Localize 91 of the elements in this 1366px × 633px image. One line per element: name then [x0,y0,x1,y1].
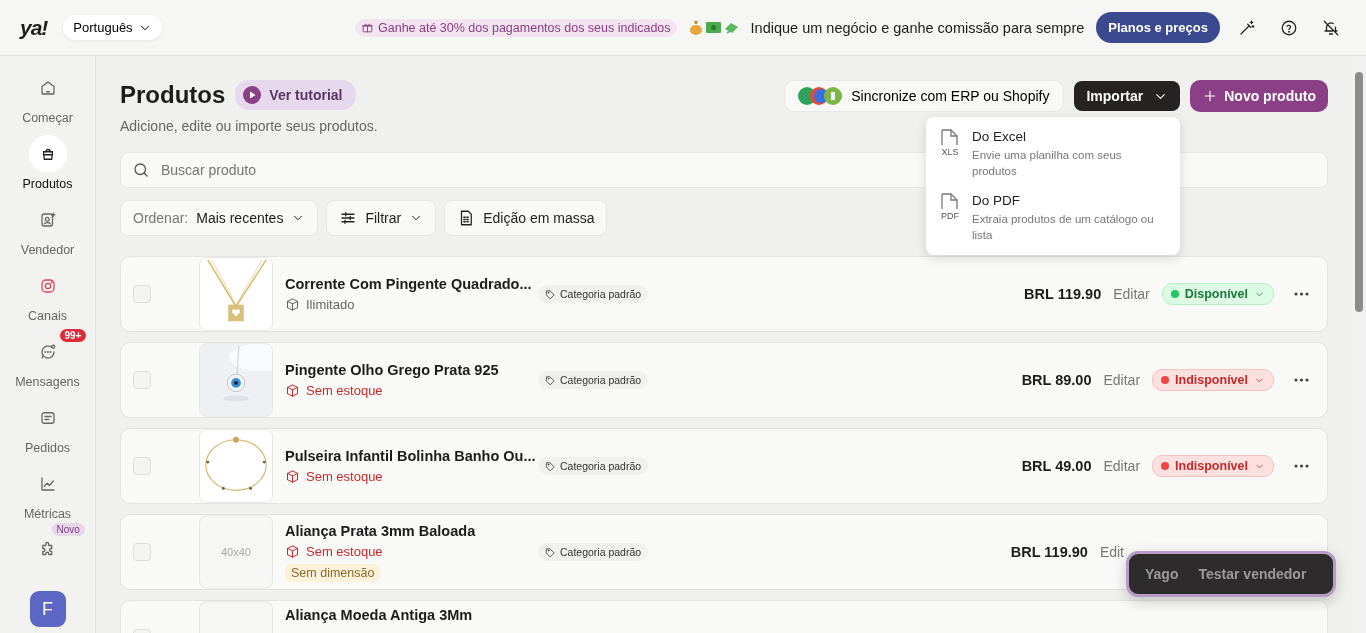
placeholder-size: 40x40 [221,546,251,558]
tag-icon [545,374,556,386]
page-title: Produtos [120,81,226,109]
receipt-icon [38,409,57,427]
stock-status: Sem estoque [285,383,538,398]
product-name: Pulseira Infantil Bolinha Banho Ou... [285,448,537,464]
floating-widget[interactable]: Yago Testar vendedor [1126,551,1336,597]
checkbox[interactable] [133,371,151,389]
warning-tag: Sem dimensão [285,563,381,582]
help-glyph-icon [1280,18,1298,37]
checkbox[interactable] [133,285,151,303]
tutorial-button[interactable]: Ver tutorial [235,80,357,110]
box-icon [285,297,300,312]
chart-icon [38,475,57,493]
import-button[interactable]: Importar [1074,81,1181,111]
tag-icon [545,288,556,300]
flying-money-icon [723,20,739,35]
product-card[interactable]: Pingente Olho Grego Prata 925 Sem estoque Categoria padrão BRL 89.00 Editar Indisponível [120,342,1328,418]
banknote-icon [705,21,721,34]
product-name: Aliança Prata 3mm Baloada [285,522,477,539]
product-price: BRL 119.90 [1010,544,1088,560]
more-icon[interactable] [1294,378,1309,382]
sidebar-item[interactable]: Pedidos [7,399,88,455]
sidebar-item[interactable]: Começar [7,69,88,125]
sort-dropdown[interactable]: Ordenar: Mais recentes [120,200,319,236]
edit-link[interactable]: Editar [1113,286,1150,302]
product-name: Aliança Moeda Antiga 3Mm [285,607,474,623]
gift-icon [361,21,374,34]
sidebar-item[interactable]: Vendedor [7,201,88,257]
play-icon [243,86,262,104]
menu-item[interactable]: PDF Do PDF Extraia produtos de um catálogo ou lista [926,193,1180,243]
plans-button[interactable]: Planos e preços [1096,12,1220,43]
product-name: Pingente Olho Grego Prata 925 [285,362,500,378]
agent-name: Yago [1145,566,1179,582]
filter-button[interactable]: Filtrar [326,200,437,236]
edit-link[interactable]: Editar [1103,372,1141,388]
checkbox[interactable] [133,457,151,475]
sidebar-item[interactable]: Produtos [7,135,88,191]
product-price: BRL 49.00 [1021,458,1092,474]
money-bag-icon [688,20,703,35]
home-icon [38,79,57,97]
box-icon [285,543,300,559]
more-icon[interactable] [1294,464,1309,468]
stock-status: Ilimitado [285,297,538,312]
stock-status: Sem estoque [285,469,538,484]
category-tag: Categoria padrão [538,371,649,389]
integration-logos-icon [797,86,844,106]
more-icon[interactable] [1294,292,1309,296]
product-card[interactable]: Corrente Com Pingente Quadrado... Ilimitado Categoria padrão BRL 119.90 Editar Disponível [120,256,1328,332]
product-name: Corrente Com Pingente Quadrado... [285,276,533,292]
test-seller-link[interactable]: Testar vendedor [1198,566,1307,582]
tag-icon [545,460,556,472]
bell-off-glyph-icon [1322,18,1340,37]
box-icon [285,383,300,398]
tag-icon [545,546,556,558]
chat-icon [38,343,57,361]
box-icon [285,469,300,484]
category-tag: Categoria padrão [538,285,649,303]
person-card-icon [38,211,57,229]
category-tag: Categoria padrão [538,543,649,561]
notification-badge: 99+ [59,329,87,342]
stock-status: Sem estoque [285,543,538,559]
status-dropdown[interactable]: Disponível [1161,283,1274,305]
new-product-button[interactable]: Novo produto [1190,80,1328,112]
product-price: BRL 119.90 [1024,286,1102,302]
category-tag: Categoria padrão [538,457,649,475]
logo: ya! [20,15,48,40]
status-dot [1170,290,1179,298]
edit-link[interactable]: Editar [1103,458,1141,474]
page-subtitle: Adicione, edite ou importe seus produtos. [120,118,378,134]
instagram-icon [38,277,57,295]
referral-promo: Ganhe até 30% dos pagamentos dos seus indicados [355,18,677,37]
sliders-icon [339,209,358,227]
status-dropdown[interactable]: Indisponível [1152,455,1274,477]
sidebar-item[interactable]: Métricas [7,465,88,521]
status-dot [1161,376,1170,384]
checkbox[interactable] [133,543,151,561]
product-price: BRL 89.00 [1021,372,1092,388]
magic-wand-icon-glyph [1238,18,1256,37]
user-avatar[interactable]: F [29,591,66,627]
referral-text: Indique um negócio e ganhe comissão para sempre [750,19,1085,36]
sidebar-item[interactable]: Canais [7,267,88,323]
product-card[interactable]: Pulseira Infantil Bolinha Banho Ou... Sem estoque Categoria padrão BRL 49.00 Editar Indisponível [120,428,1328,504]
language-select[interactable]: Português [63,15,162,40]
sync-button[interactable]: Sincronize com ERP ou Shopify [784,80,1065,112]
status-dot [1161,462,1170,470]
product-card[interactable]: Aliança Moeda Antiga 3Mm [120,600,1328,633]
edit-link[interactable]: Edit [1099,544,1124,560]
notification-badge: Novo [51,523,85,536]
bulk-edit-button[interactable]: Edição em massa [444,200,608,236]
status-dropdown[interactable]: Indisponível [1152,369,1274,391]
